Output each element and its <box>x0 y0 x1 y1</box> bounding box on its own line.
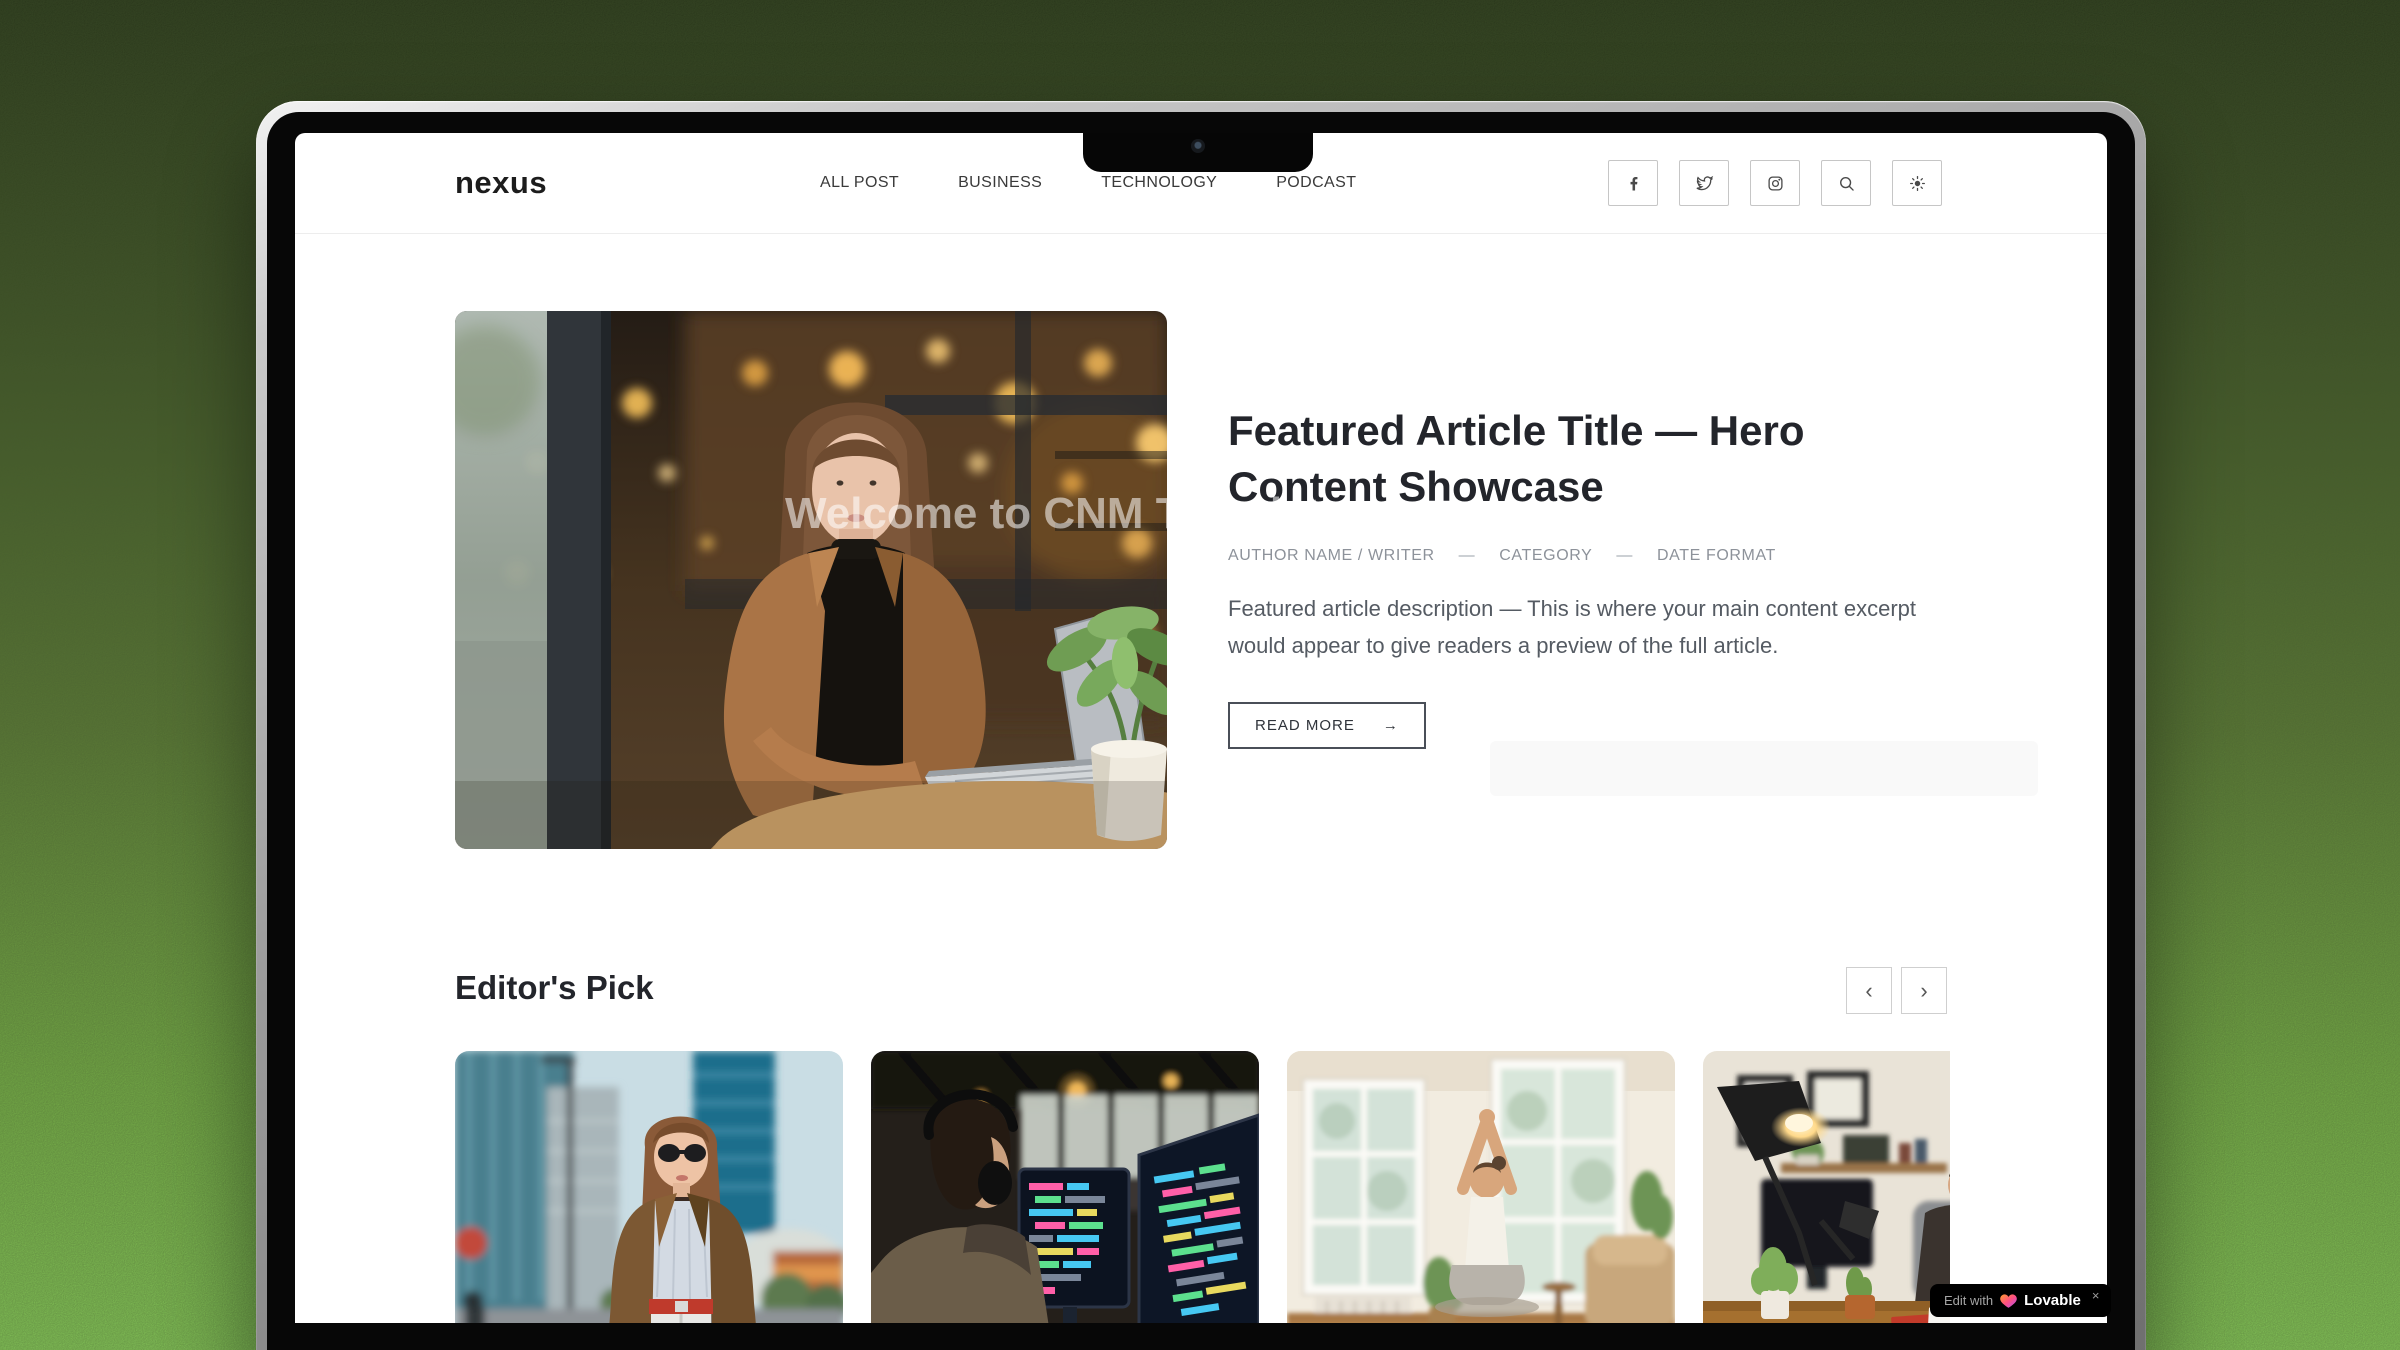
search-button[interactable] <box>1821 160 1871 206</box>
instagram-icon <box>1765 173 1786 194</box>
laptop-bezel: nexus ALL POST BUSINESS TECHNOLOGY PODCA… <box>267 112 2135 1350</box>
read-more-button[interactable]: READ MORE → <box>1228 702 1426 749</box>
meta-separator: — <box>1459 547 1476 565</box>
laptop-notch <box>1083 133 1313 172</box>
webcam-icon <box>1191 139 1205 153</box>
featured-article-meta: AUTHOR NAME / WRITER — CATEGORY — DATE F… <box>1228 547 1942 565</box>
editors-pick-carousel <box>455 1051 1950 1323</box>
lovable-badge-prefix: Edit with <box>1944 1293 1993 1308</box>
lovable-badge-close-icon[interactable]: × <box>2092 1288 2100 1303</box>
theme-toggle-button[interactable] <box>1892 160 1942 206</box>
faded-overlay-remnant <box>1490 741 2038 796</box>
carousel-prev-button[interactable]: ‹ <box>1846 967 1892 1014</box>
editors-pick-header: Editor's Pick ‹ › <box>455 967 1947 1013</box>
meta-date: DATE FORMAT <box>1657 547 1776 565</box>
nav-item-technology[interactable]: TECHNOLOGY <box>1101 174 1217 192</box>
lovable-badge-brand: Lovable <box>2024 1292 2081 1309</box>
laptop-screen: nexus ALL POST BUSINESS TECHNOLOGY PODCA… <box>295 133 2107 1323</box>
twitter-button[interactable] <box>1679 160 1729 206</box>
social-buttons <box>1608 160 1942 206</box>
featured-article-description: Featured article description — This is w… <box>1228 590 1928 664</box>
lovable-badge[interactable]: Edit with Lovable × <box>1930 1284 2111 1317</box>
carousel-controls: ‹ › <box>1846 967 1947 1014</box>
page-background: nexus ALL POST BUSINESS TECHNOLOGY PODCA… <box>0 0 2400 1350</box>
editors-pick-card-city[interactable] <box>455 1051 843 1323</box>
meta-category: CATEGORY <box>1499 547 1592 565</box>
featured-article-title[interactable]: Featured Article Title — Hero Content Sh… <box>1228 403 1908 515</box>
carousel-next-button[interactable]: › <box>1901 967 1947 1014</box>
featured-article-text: Featured Article Title — Hero Content Sh… <box>1228 311 1942 749</box>
editors-pick-section: Editor's Pick ‹ › <box>455 967 1947 1323</box>
read-more-label: READ MORE <box>1255 717 1355 734</box>
facebook-icon <box>1623 173 1644 194</box>
nav-item-podcast[interactable]: PODCAST <box>1276 174 1356 192</box>
sun-icon <box>1907 173 1928 194</box>
twitter-icon <box>1694 173 1715 194</box>
nav-item-business[interactable]: BUSINESS <box>958 174 1042 192</box>
featured-article-image[interactable] <box>455 311 1167 849</box>
chevron-left-icon: ‹ <box>1865 978 1872 1004</box>
editors-pick-card-developer[interactable] <box>871 1051 1259 1323</box>
editors-pick-card-yoga[interactable] <box>1287 1051 1675 1323</box>
arrow-right-icon: → <box>1383 717 1399 734</box>
search-icon <box>1836 173 1857 194</box>
meta-author: AUTHOR NAME / WRITER <box>1228 547 1435 565</box>
editors-pick-heading: Editor's Pick <box>455 969 654 1007</box>
editors-pick-card-home-office[interactable] <box>1703 1051 1950 1323</box>
facebook-button[interactable] <box>1608 160 1658 206</box>
featured-article-section: Featured Article Title — Hero Content Sh… <box>455 311 1947 849</box>
site-logo[interactable]: nexus <box>455 165 547 201</box>
lovable-heart-icon <box>2000 1293 2017 1309</box>
laptop-frame: nexus ALL POST BUSINESS TECHNOLOGY PODCA… <box>256 101 2146 1350</box>
chevron-right-icon: › <box>1920 978 1927 1004</box>
instagram-button[interactable] <box>1750 160 1800 206</box>
nav-item-all-post[interactable]: ALL POST <box>820 174 899 192</box>
meta-separator: — <box>1616 547 1633 565</box>
